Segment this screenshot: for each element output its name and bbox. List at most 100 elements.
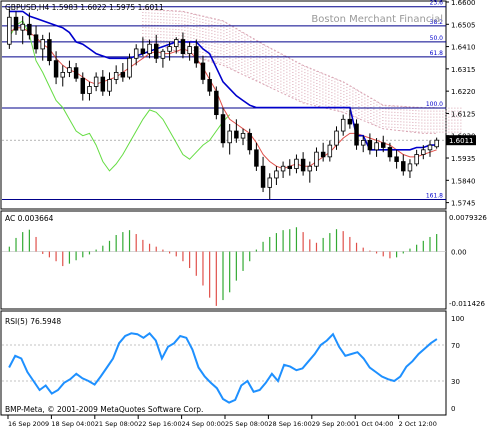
fib-label: 50.0 [430,35,444,42]
time-tick-label: 22 Sep 16:00 [138,420,181,428]
candle-body [207,79,212,92]
time-tick-label: 24 Sep 00:00 [182,420,225,428]
candle-body [287,165,293,169]
time-tick-label: 29 Sep 20:00 [312,420,355,428]
ac-bottom-label: -0.011426 [449,300,485,308]
fib-label: 23.6 [430,0,444,7]
candle-body [294,158,299,169]
candle-body [307,165,313,172]
candle-body [13,16,19,31]
candle-body [227,130,232,144]
candle-body [100,76,106,92]
candle-body [434,139,439,148]
price-tick-label: 1.6220 [451,88,476,96]
price-tick-label: 1.6410 [451,44,476,52]
candle-body [20,23,25,31]
candle-body [407,163,413,172]
candle-body [274,170,279,179]
time-tick-label: 18 Sep 04:00 [51,420,94,428]
candle-body [240,132,246,139]
rsi-label: RSI(5) 76.5948 [5,317,61,326]
price-tick-label: 1.5745 [451,200,476,208]
candle-body [7,16,12,45]
candle-body [247,132,252,151]
time-tick-label: 25 Sep 08:00 [225,420,268,428]
rsi-level-label: 100 [451,315,464,323]
candle-body [387,147,393,158]
forex-chart: 23.638.250.061.8100.0161.81.6011 0.00-0.… [0,0,487,428]
candle-body [260,165,266,188]
chart-root: 23.6 38.2 50.0 61.8 100.0 161.8 1.6011 0.00 -0.… [0,0,500,429]
candle-body [200,62,206,80]
price-axis: 1.6600 1.6505 1.6410 1.6315 1.6220 1.6125 1.60… [446,0,476,208]
candle-body [360,140,366,146]
candle-body [374,142,379,151]
time-tick-label: 16 Sep 2009 [8,420,49,428]
candle-body [367,140,373,151]
candle-body [220,114,226,144]
ac-top-label: 0.0079326 [449,214,487,222]
candle-body [267,177,272,188]
price-tick-label: 1.5840 [451,177,476,185]
candle-body [53,60,59,78]
time-tick-label: 2 Oct 12:00 [399,420,437,428]
candle-body [254,149,259,167]
candle-body [414,154,419,165]
candle-body [153,43,159,59]
candle-body [334,130,339,146]
candle-body [214,90,219,116]
candle-body [354,123,359,146]
candle-body [147,43,152,55]
time-tick-label: 1 Oct 04:00 [355,420,393,428]
candle-body [234,130,239,139]
candle-body [33,34,39,50]
rsi-level-label: 30 [451,378,460,386]
time-axis: 16 Sep 2009 18 Sep 04:00 21 Sep 08:00 22 Se… [7,415,437,428]
fib-label: 100.0 [426,101,443,108]
rsi-level-label: 70 [451,342,460,350]
candle-body [107,79,112,92]
candle-body [314,151,319,167]
candle-body [280,165,286,172]
watermark: Boston Merchant Financial [311,14,443,25]
ac-label: AC 0.003664 [5,214,54,223]
candle-body [187,46,192,55]
candle-body [127,57,132,78]
candle-body [40,39,45,50]
candle-body [167,46,172,52]
candle-body [27,23,32,36]
candle-body [421,149,426,155]
time-tick-label: 28 Sep 16:00 [268,420,311,428]
price-tick-label: 1.6505 [451,21,476,29]
candle-body [327,144,333,158]
candle-body [320,151,326,158]
candle-body [381,142,386,148]
candle-body [300,158,306,172]
fib-label: 61.8 [430,50,444,57]
copyright: BMP-Meta, © 2001-2009 MetaQuotes Softwar… [5,405,203,414]
price-tick-label: 1.6315 [451,66,476,74]
candle-body [60,71,65,78]
price-tick-label: 1.6600 [451,0,476,7]
candle-body [67,67,72,73]
price-tick-label: 1.6030 [451,133,476,141]
candle-body [140,48,146,55]
candle-body [133,48,139,59]
price-tick-label: 1.5935 [451,155,476,163]
candle-body [194,46,199,64]
candle-body [160,50,166,59]
symbol-header: GBPUSD,H4 1.5983 1.6022 1.5975 1.6011 [5,3,164,12]
candle-body [180,39,186,55]
candle-body [394,156,399,162]
rsi-level-label: 0 [451,405,455,413]
candle-body [87,86,92,94]
candle-body [174,39,179,47]
candle-body [340,118,346,132]
fib-label: 161.8 [426,193,443,200]
candle-body [401,161,406,172]
candle-body [347,118,353,125]
candle-body [47,39,52,62]
price-tick-label: 1.6125 [451,110,476,118]
candle-body [113,71,119,80]
candle-body [80,77,86,94]
